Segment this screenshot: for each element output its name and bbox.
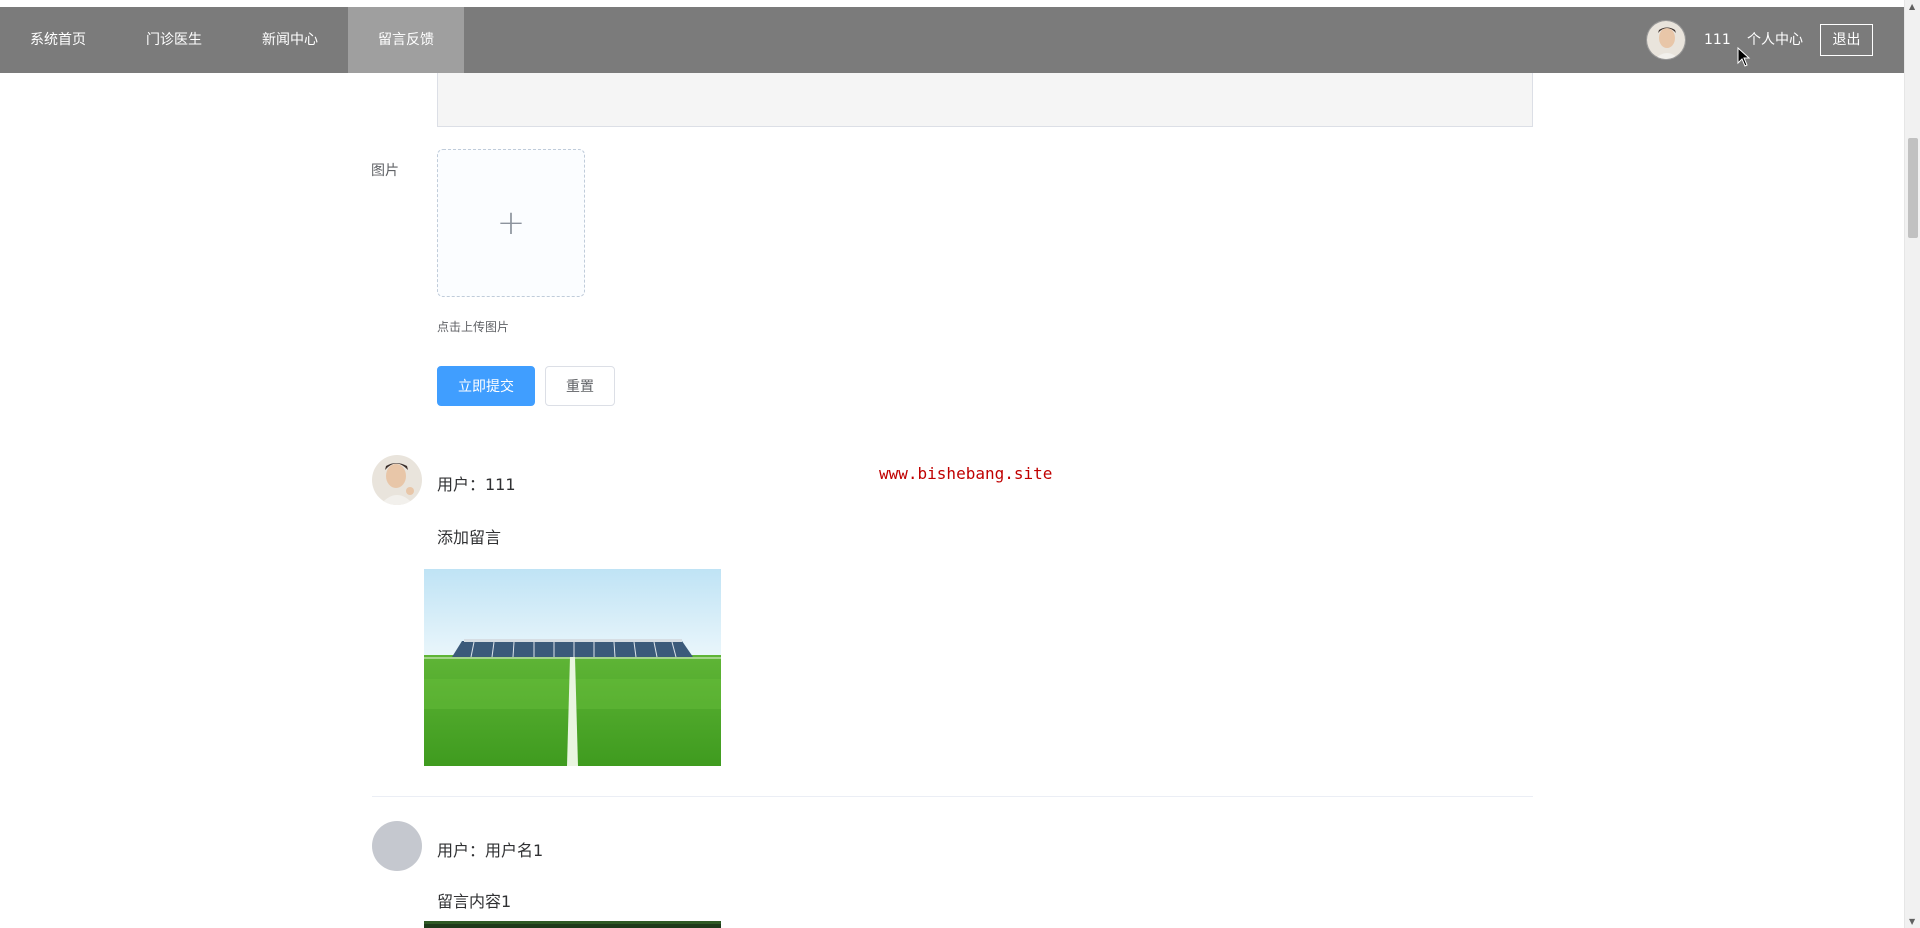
upload-tip: 点击上传图片 <box>437 320 510 334</box>
nav-item-home[interactable]: 系统首页 <box>0 7 116 73</box>
nav-item-doctors[interactable]: 门诊医生 <box>116 7 232 73</box>
nav-item-feedback[interactable]: 留言反馈 <box>348 7 464 73</box>
page-scrollbar[interactable]: ▲ ▼ <box>1904 0 1920 928</box>
nav-item-news[interactable]: 新闻中心 <box>232 7 348 73</box>
logout-button[interactable]: 退出 <box>1820 24 1873 56</box>
triangle-down-icon[interactable]: ▼ <box>1909 917 1915 926</box>
comment-username: 用户：用户名1 <box>437 841 544 860</box>
comment-divider <box>372 796 1533 797</box>
image-label: 图片 <box>371 163 399 179</box>
personal-center-link[interactable]: 个人中心 <box>1747 7 1803 73</box>
top-nav-bar: 系统首页 门诊医生 新闻中心 留言反馈 111 个人中心 退出 <box>0 7 1904 73</box>
comment-content: 添加留言 <box>437 528 502 547</box>
mouse-cursor-icon <box>1737 47 1751 67</box>
watermark-text: www.bishebang.site <box>879 464 1053 483</box>
triangle-up-icon[interactable]: ▲ <box>1909 2 1915 11</box>
comment-image <box>424 569 721 766</box>
reset-button[interactable]: 重置 <box>545 366 615 406</box>
submit-button[interactable]: 立即提交 <box>437 366 535 406</box>
comment-username: 用户：111 <box>437 475 516 494</box>
user-avatar[interactable] <box>1646 20 1686 60</box>
comment-avatar <box>372 821 422 871</box>
image-upload[interactable]: + <box>437 149 585 297</box>
top-username: 111 <box>1704 32 1731 48</box>
plus-icon: + <box>496 203 526 243</box>
comment-avatar <box>372 455 422 505</box>
comment-image <box>424 917 721 928</box>
scroll-thumb[interactable] <box>1908 138 1918 238</box>
comment-content: 留言内容1 <box>437 892 512 911</box>
